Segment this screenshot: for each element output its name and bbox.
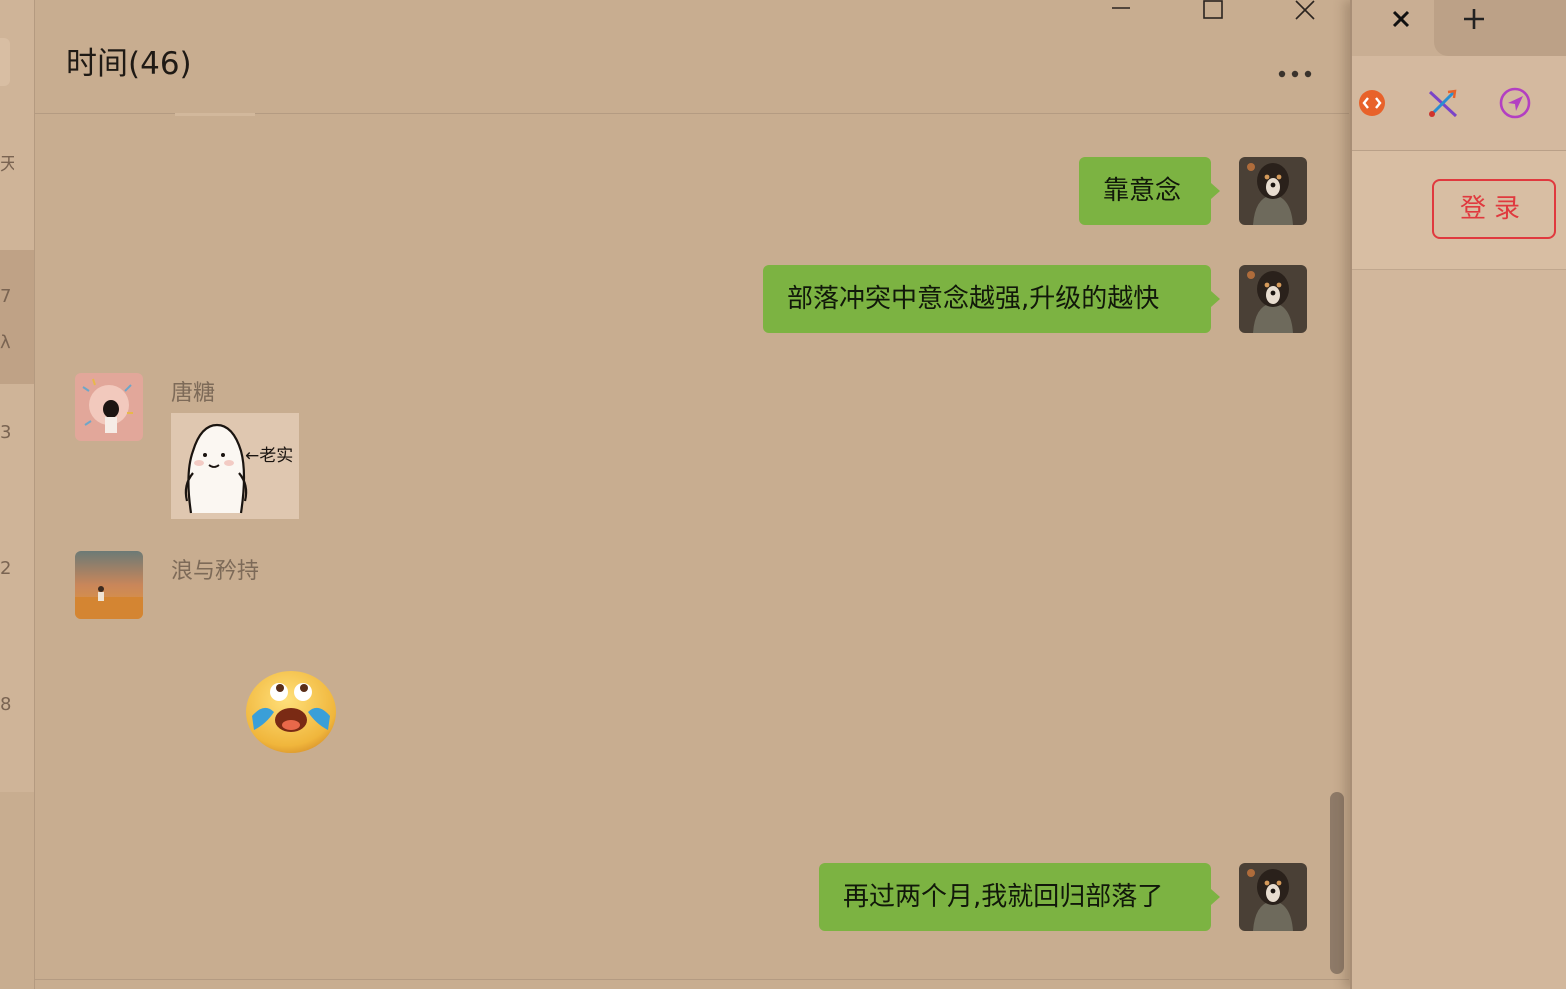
new-tab-button[interactable] (1454, 4, 1494, 34)
dog-avatar-icon (1239, 863, 1307, 931)
sticker-caption: ←老实 (245, 446, 294, 466)
conversation-list-edge: 天 7 λ 3 2 8 (0, 0, 35, 989)
extension-button-1[interactable] (1355, 86, 1389, 120)
conversation-list-lower (0, 792, 34, 989)
conversation-fragment-1[interactable]: 天 (0, 150, 14, 176)
sticker-image[interactable]: ←老实 (171, 413, 299, 519)
my-avatar[interactable] (1239, 863, 1307, 931)
more-dots-icon (1278, 70, 1312, 78)
cross-arrows-extension-icon (1428, 89, 1458, 118)
extension-button-3[interactable] (1498, 86, 1532, 120)
laugh-cry-emoji (246, 671, 336, 753)
more-options-button[interactable] (1275, 66, 1315, 80)
tab-close-button[interactable] (1382, 4, 1422, 34)
sunset-avatar-icon (75, 551, 143, 619)
my-avatar[interactable] (1239, 265, 1307, 333)
emoji-message[interactable] (244, 668, 338, 756)
orange-code-extension-icon (1359, 90, 1385, 116)
sender-avatar[interactable] (75, 551, 143, 619)
message-bubble-outgoing[interactable]: 再过两个月,我就回归部落了 (819, 863, 1220, 931)
sender-name: 浪与矜持 (171, 559, 260, 584)
browser-tab-strip (1352, 0, 1566, 56)
dog-avatar-icon (1239, 265, 1307, 333)
login-button[interactable]: 登录 (1432, 179, 1556, 239)
chat-title: 时间(46) (66, 46, 192, 82)
conversation-fragment-4[interactable]: 3 (0, 422, 14, 443)
sender-name: 唐糖 (171, 381, 216, 406)
conversation-item-selected[interactable] (0, 250, 34, 384)
sender-avatar[interactable] (75, 373, 143, 441)
message-bubble-outgoing[interactable]: 部落冲突中意念越强,升级的越快 (763, 265, 1220, 333)
plus-icon (1464, 9, 1484, 29)
search-box-edge[interactable] (0, 38, 10, 86)
extension-button-2[interactable] (1426, 86, 1460, 120)
message-scrollbar[interactable] (1330, 792, 1344, 974)
login-area: 登录 (1352, 151, 1566, 270)
purple-send-extension-icon (1499, 87, 1531, 119)
chat-window: 时间(46) 靠意念 部落冲突中意念越强,升级的越快 唐糖 ←老实 浪与矜持 再… (35, 0, 1349, 989)
conversation-fragment-2[interactable]: 7 (0, 286, 14, 307)
conversation-fragment-6[interactable]: 8 (0, 694, 14, 715)
honest-sticker-icon (171, 413, 299, 519)
header-underline (175, 113, 255, 116)
chat-header: 时间(46) (35, 0, 1349, 114)
conversation-fragment-5[interactable]: 2 (0, 558, 14, 579)
input-divider (35, 979, 1349, 980)
close-icon (1392, 10, 1410, 28)
girl-avatar-icon (75, 373, 143, 441)
dog-avatar-icon (1239, 157, 1307, 225)
message-bubble-outgoing[interactable]: 靠意念 (1079, 157, 1220, 225)
browser-window-edge: 登录 (1350, 0, 1566, 989)
my-avatar[interactable] (1239, 157, 1307, 225)
conversation-fragment-3[interactable]: λ (0, 332, 14, 353)
